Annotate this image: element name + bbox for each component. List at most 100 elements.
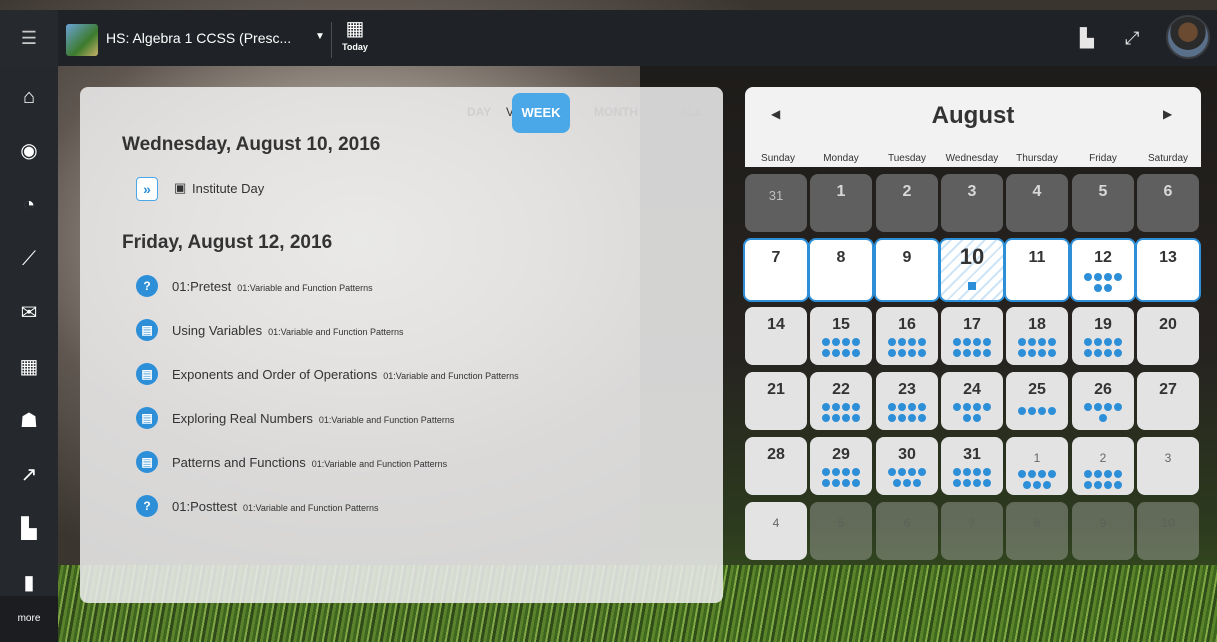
calendar-day[interactable]: 10 [1137, 502, 1199, 560]
calendar-day[interactable]: 6 [876, 502, 938, 560]
day-heading: Friday, August 12, 2016 [122, 232, 333, 253]
day-heading: Wednesday, August 10, 2016 [122, 134, 381, 155]
calendar-day[interactable]: 2 [1072, 437, 1134, 495]
dashboard-icon[interactable]: ◔ [0, 190, 58, 220]
item-unit: 01:Variable and Function Patterns [318, 415, 455, 425]
view-option-month[interactable]: MONTH [594, 105, 638, 119]
calendar-day[interactable]: 25 [1006, 372, 1068, 430]
document-icon: ▤ [136, 363, 158, 385]
calendar-day[interactable]: 14 [745, 307, 807, 365]
calendar-day[interactable]: 17 [941, 307, 1003, 365]
item-unit: 01:Variable and Function Patterns [268, 327, 404, 337]
today-button[interactable]: ▦ Today [338, 18, 372, 62]
course-dropdown-icon[interactable]: ▼ [315, 31, 325, 42]
calendar-day[interactable]: 18 [1006, 307, 1068, 365]
calendar-day[interactable]: 8 [1006, 502, 1068, 560]
item-title: Using Variables [172, 323, 263, 338]
chart-icon[interactable]: ⟋ [0, 244, 58, 274]
external-link-icon[interactable]: ↗ [0, 460, 58, 490]
calendar-day[interactable]: 28 [745, 437, 807, 495]
calendar-day[interactable]: 6 [1137, 174, 1199, 232]
item-title: Exploring Real Numbers [172, 411, 313, 426]
item-title: 01:Pretest [172, 279, 232, 294]
calendar-day[interactable]: 2 [876, 174, 938, 232]
calendar-day-today[interactable]: 10 [939, 238, 1005, 302]
calendar-day[interactable]: 9 [1072, 502, 1134, 560]
dow-label: Thursday [1016, 153, 1058, 164]
fullscreen-icon[interactable]: ⤢ [1125, 28, 1139, 49]
calendar-day[interactable]: 9 [874, 238, 940, 302]
calendar-day[interactable]: 26 [1072, 372, 1134, 430]
avatar[interactable] [1166, 15, 1210, 59]
calendar-day[interactable]: 7 [941, 502, 1003, 560]
calendar-icon[interactable]: ▦ [0, 352, 58, 382]
calendar-day[interactable]: 1 [1006, 437, 1068, 495]
view-option-day[interactable]: DAY [467, 105, 491, 119]
calendar-day[interactable]: 29 [810, 437, 872, 495]
calendar-day[interactable]: 15 [810, 307, 872, 365]
document-icon: ▤ [136, 451, 158, 473]
view-option-week[interactable]: WEEK [512, 93, 570, 133]
item-title: Exponents and Order of Operations [172, 367, 378, 382]
dow-label: Tuesday [888, 153, 926, 164]
resources-icon[interactable]: ▙ [1080, 28, 1094, 49]
calendar-day[interactable]: 4 [745, 502, 807, 560]
item-unit: 01:Variable and Function Patterns [237, 283, 373, 293]
calendar-day[interactable]: 8 [808, 238, 874, 302]
document-icon: ▤ [136, 407, 158, 429]
calendar-day[interactable]: 31 [745, 174, 807, 232]
dow-label: Saturday [1147, 153, 1189, 164]
play-icon[interactable]: ◉ [0, 136, 58, 166]
calendar-day[interactable]: 21 [745, 372, 807, 430]
item-title: Patterns and Functions [172, 455, 306, 470]
dow-label: Friday [1089, 153, 1117, 164]
users-icon[interactable]: ☗ [0, 406, 58, 436]
calendar-icon: ▦ [345, 18, 365, 40]
calendar-day[interactable]: 16 [876, 307, 938, 365]
item-unit: 01:Variable and Function Patterns [383, 371, 519, 381]
calendar-day[interactable]: 19 [1072, 307, 1134, 365]
item-unit: 01:Variable and Function Patterns [311, 459, 448, 469]
calendar-day[interactable]: 12 [1070, 238, 1136, 302]
more-button[interactable]: more [0, 596, 58, 642]
calendar-day[interactable]: 11 [1004, 238, 1070, 302]
dow-label: Sunday [761, 153, 795, 164]
calendar-day[interactable]: 7 [743, 238, 809, 302]
topbar-divider [331, 22, 332, 58]
bar-chart-icon[interactable]: ▮ [0, 568, 58, 598]
calendar-day[interactable]: 22 [810, 372, 872, 430]
calendar-day[interactable]: 23 [876, 372, 938, 430]
calendar-day[interactable]: 20 [1137, 307, 1199, 365]
view-option-all[interactable]: ALL [680, 105, 703, 119]
quiz-icon: ? [136, 275, 158, 297]
calendar-day[interactable]: 3 [941, 174, 1003, 232]
calendar-day[interactable]: 27 [1137, 372, 1199, 430]
chevron-right-icon: » [136, 177, 158, 201]
calendar-month: August [931, 102, 1015, 129]
mail-icon[interactable]: ✉ [0, 298, 58, 328]
next-month-button[interactable]: ▶ [1163, 107, 1172, 121]
calendar-header: ◀ August ▶ Sunday Monday Tuesday Wednesd… [745, 87, 1201, 167]
calendar-day[interactable]: 1 [810, 174, 872, 232]
course-title[interactable]: HS: Algebra 1 CCSS (Presc... [106, 30, 291, 46]
calendar-day[interactable]: 13 [1135, 238, 1201, 302]
calendar-day[interactable]: 4 [1006, 174, 1068, 232]
calendar-day[interactable]: 30 [876, 437, 938, 495]
quiz-icon: ? [136, 495, 158, 517]
home-icon[interactable]: ⌂ [0, 82, 58, 112]
course-thumbnail[interactable] [66, 24, 98, 56]
calendar-day[interactable]: 3 [1137, 437, 1199, 495]
calendar-day[interactable]: 5 [810, 502, 872, 560]
document-icon: ▤ [136, 319, 158, 341]
calendar-day[interactable]: 5 [1072, 174, 1134, 232]
calendar-day[interactable]: 31 [941, 437, 1003, 495]
menu-icon[interactable]: ☰ [0, 10, 58, 66]
item-unit: 01:Variable and Function Patterns [243, 503, 379, 513]
calendar-day[interactable]: 24 [941, 372, 1003, 430]
item-title: 01:Posttest [172, 499, 238, 514]
resources-icon[interactable]: ▙ [0, 514, 58, 544]
dow-label: Monday [823, 153, 859, 164]
today-label: Today [342, 42, 368, 52]
agenda-panel: View: DAY WEEK MONTH ALL Wednesday, Augu… [80, 87, 723, 603]
event-title: Institute Day [192, 181, 265, 196]
